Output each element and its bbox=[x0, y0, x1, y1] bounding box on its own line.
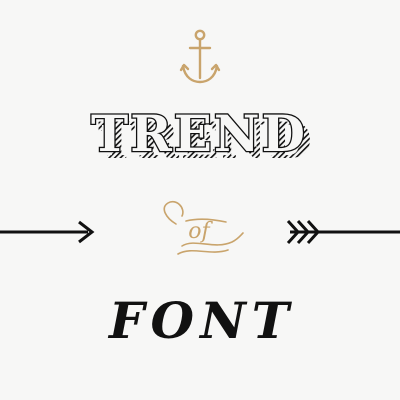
arrow-fletched-icon bbox=[286, 219, 400, 245]
of-connector: of bbox=[163, 200, 244, 255]
title-card: TREND TREND of FONT bbox=[0, 0, 400, 400]
anchor-icon bbox=[179, 29, 221, 84]
font-title: FONT bbox=[107, 291, 295, 350]
trend-title: TREND bbox=[91, 104, 307, 163]
arrow-right-icon bbox=[0, 220, 95, 244]
trend-word: TREND TREND bbox=[90, 103, 312, 170]
of-text: of bbox=[188, 219, 213, 244]
title-card-artwork: TREND TREND of FONT bbox=[0, 29, 400, 350]
